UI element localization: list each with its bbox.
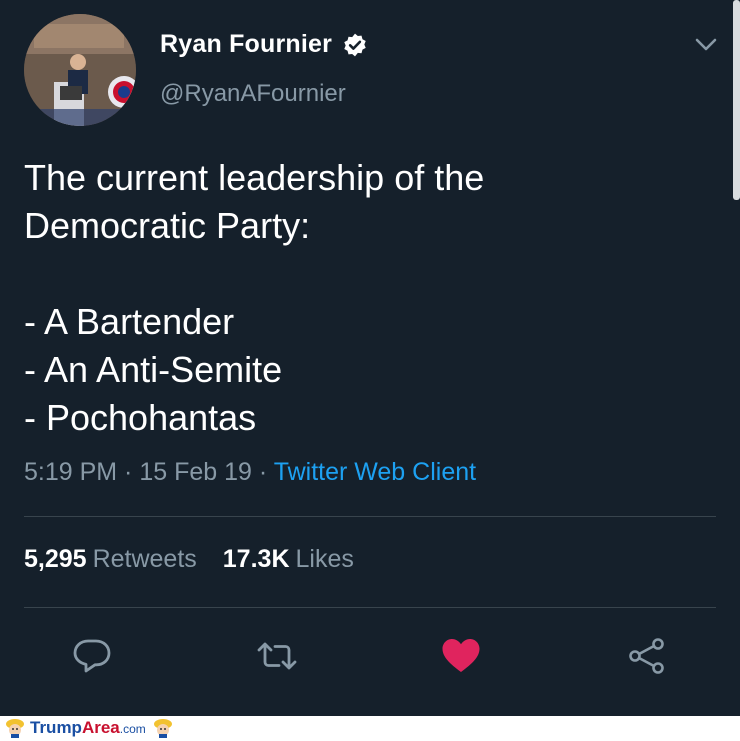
like-icon[interactable] — [441, 636, 481, 676]
site-name-part: Trump — [30, 718, 82, 737]
divider — [24, 607, 716, 608]
retweets-count: 5,295 — [24, 545, 87, 573]
tweet-line: - Pochohantas — [24, 397, 257, 438]
site-name-part: .com — [119, 722, 146, 736]
tweet-stats: 5,295 Retweets 17.3K Likes — [24, 545, 380, 574]
share-icon[interactable] — [627, 636, 667, 676]
handle[interactable]: @RyanAFournier — [160, 80, 346, 108]
divider — [24, 516, 716, 517]
author-name-row[interactable]: Ryan Fournier — [160, 30, 368, 59]
tweet-line: The current leadership of the — [24, 157, 485, 198]
likes-stat[interactable]: 17.3K Likes — [223, 545, 354, 574]
watermark-footer: TrumpArea.com — [0, 716, 740, 741]
site-logo: TrumpArea.com — [4, 718, 174, 738]
likes-count: 17.3K — [222, 545, 290, 573]
tweet-text: The current leadership of the Democratic… — [24, 154, 704, 442]
tweet-date: 15 Feb 19 — [139, 458, 252, 486]
tweet-line: Democratic Party: — [24, 205, 311, 246]
verified-badge-icon — [344, 33, 366, 56]
mascot-icon — [153, 719, 172, 738]
retweet-icon[interactable] — [257, 636, 297, 676]
avatar[interactable] — [24, 14, 136, 126]
tweet-detail: Ryan Fournier @RyanAFournier The current… — [0, 0, 740, 716]
meta-separator: · — [117, 458, 140, 486]
reply-icon[interactable] — [72, 636, 112, 676]
meta-separator: · — [251, 458, 274, 486]
site-name-part: Area — [81, 718, 120, 737]
tweet-time: 5:19 PM — [24, 458, 118, 486]
retweets-label: Retweets — [92, 545, 197, 573]
scrollbar[interactable] — [733, 0, 740, 200]
display-name[interactable]: Ryan Fournier — [160, 30, 332, 59]
tweet-client-link[interactable]: Twitter Web Client — [274, 458, 476, 486]
tweet-line: - A Bartender — [24, 301, 235, 342]
tweet-line: - An Anti-Semite — [24, 349, 283, 390]
retweets-stat[interactable]: 5,295 Retweets — [24, 545, 197, 574]
likes-label: Likes — [295, 545, 354, 573]
site-name: TrumpArea.com — [30, 718, 146, 738]
avatar-photo — [24, 14, 136, 126]
tweet-meta: 5:19 PM · 15 Feb 19 · Twitter Web Client — [24, 458, 476, 487]
mascot-icon — [6, 719, 24, 738]
chevron-down-icon[interactable] — [692, 30, 720, 58]
